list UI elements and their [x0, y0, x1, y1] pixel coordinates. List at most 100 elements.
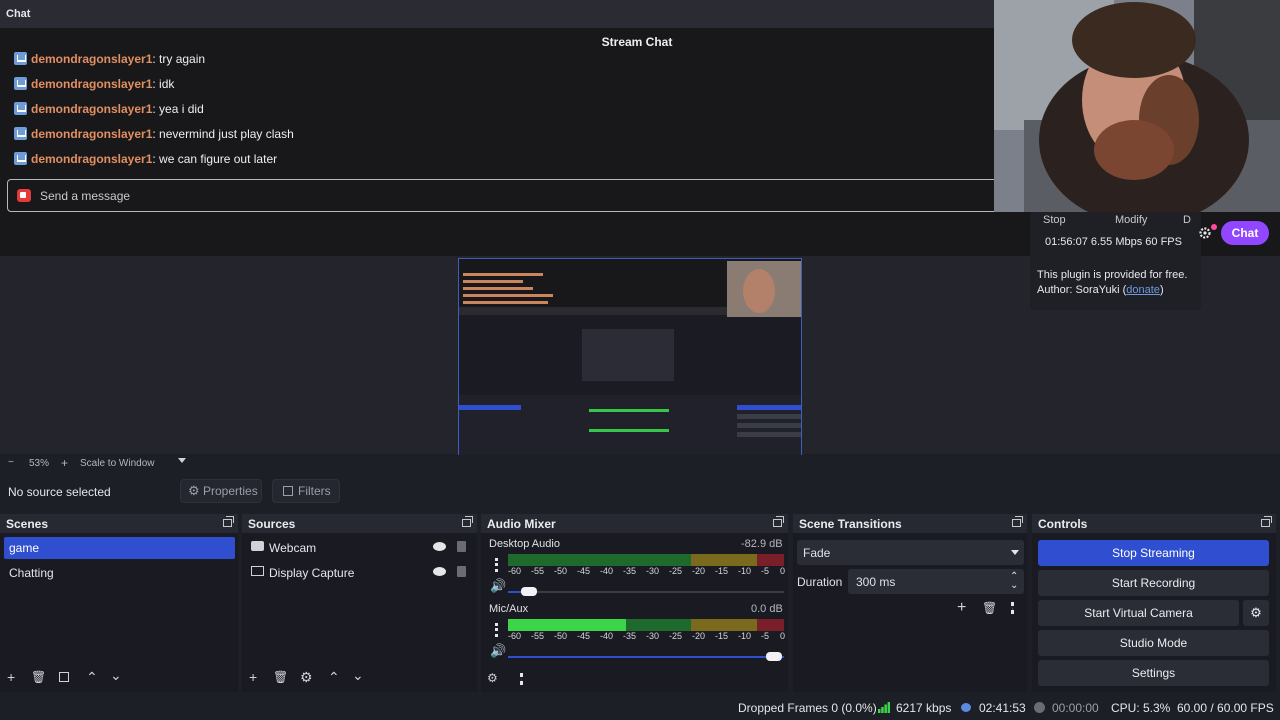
mic-volume-handle[interactable] — [766, 652, 782, 661]
chevron-down-icon[interactable]: ⌄ — [110, 667, 122, 684]
scale-tick-label: -50 — [554, 631, 568, 641]
start-virtual-camera-button[interactable]: Start Virtual Camera — [1038, 600, 1239, 626]
plugin-extra-button[interactable]: D — [1183, 214, 1191, 226]
more-icon[interactable] — [495, 558, 498, 572]
studio-mode-button[interactable]: Studio Mode — [1038, 630, 1269, 656]
zoom-level: 53% — [29, 458, 50, 469]
channel-name: Mic/Aux — [489, 603, 529, 615]
crown-icon — [14, 52, 27, 65]
trash-icon[interactable]: 🗑 — [273, 670, 288, 684]
source-item-webcam[interactable]: Webcam — [246, 537, 474, 559]
plugin-author: Author: SoraYuki (donate) — [1037, 284, 1164, 296]
audio-mixer-dock: Audio Mixer Desktop Audio -82.9 dB -60 -5… — [481, 514, 788, 692]
settings-button[interactable]: Settings — [1038, 660, 1269, 686]
transition-select[interactable]: Fade — [797, 540, 1024, 565]
donate-link[interactable]: donate — [1126, 284, 1160, 296]
desktop-volume-slider[interactable] — [508, 591, 784, 593]
chat-username[interactable]: demondragonslayer1 — [31, 152, 152, 166]
speaker-icon[interactable]: 🔊 — [490, 578, 506, 594]
chevron-down-icon[interactable] — [178, 458, 186, 463]
filter-icon[interactable] — [59, 672, 69, 682]
chat-username[interactable]: demondragonslayer1 — [31, 52, 152, 66]
record-time: 00:00:00 — [1052, 701, 1099, 715]
desktop-volume-handle[interactable] — [521, 587, 537, 596]
scale-tick-label: -45 — [577, 631, 591, 641]
chat-button[interactable]: Chat — [1221, 221, 1269, 245]
camera-icon — [251, 541, 264, 551]
virtual-camera-settings-button[interactable]: ⚙ — [1243, 600, 1269, 626]
channel-scale: -60 -55 -50 -45 -40 -35 -30 -25 -20 -15 -10 -5 0 — [508, 566, 788, 578]
plugin-author-prefix: Author: SoraYuki ( — [1037, 284, 1127, 296]
controls-header: Controls — [1032, 514, 1276, 533]
speaker-icon[interactable]: 🔊 — [490, 643, 506, 659]
mic-volume-slider[interactable] — [508, 656, 784, 658]
source-label: Webcam — [269, 541, 317, 555]
sources-title: Sources — [248, 517, 296, 531]
gear-icon[interactable]: ⚙ — [487, 671, 498, 685]
add-icon[interactable]: + — [249, 669, 257, 685]
scene-item-chatting[interactable]: Chatting — [4, 562, 235, 584]
properties-button[interactable]: ⚙ Properties — [180, 479, 262, 503]
zoom-out-button[interactable]: − — [8, 457, 14, 468]
float-icon[interactable] — [1012, 516, 1023, 527]
chat-username[interactable]: demondragonslayer1 — [31, 102, 152, 116]
add-icon[interactable]: + — [7, 669, 15, 685]
duration-input[interactable]: 300 ms ⌃ ⌄ — [848, 569, 1024, 594]
scale-tick-label: -5 — [761, 566, 770, 576]
eye-icon[interactable] — [433, 567, 446, 576]
more-icon[interactable] — [520, 673, 523, 685]
chat-message: demondragonslayer1: try again — [14, 51, 205, 67]
chat-message-text: : idk — [152, 77, 175, 91]
chevron-down-icon[interactable]: ⌄ — [1010, 580, 1018, 591]
trash-icon[interactable]: 🗑 — [982, 601, 997, 615]
chat-input-placeholder: Send a message — [40, 189, 131, 203]
gear-icon[interactable] — [1198, 226, 1212, 240]
trash-icon[interactable]: 🗑 — [31, 670, 46, 684]
scale-tick-label: -15 — [715, 566, 729, 576]
lock-icon[interactable] — [457, 566, 466, 577]
chevron-up-icon[interactable]: ⌃ — [328, 669, 340, 686]
float-icon[interactable] — [462, 516, 473, 527]
monitor-icon — [251, 566, 264, 576]
filters-button[interactable]: Filters — [272, 479, 340, 503]
stop-streaming-button[interactable]: Stop Streaming — [1038, 540, 1269, 566]
scene-transitions-dock: Scene Transitions Fade Duration 300 ms ⌃… — [793, 514, 1027, 692]
chevron-down-icon[interactable]: ⌄ — [352, 667, 364, 684]
scene-transitions-title: Scene Transitions — [799, 517, 902, 531]
scale-tick-label: -35 — [623, 631, 637, 641]
chat-username[interactable]: demondragonslayer1 — [31, 77, 152, 91]
plugin-author-suffix: ) — [1159, 284, 1164, 296]
duration-value: 300 ms — [856, 575, 896, 589]
transition-value: Fade — [803, 546, 831, 560]
scene-item-game[interactable]: game — [4, 537, 235, 559]
plugin-stop-button[interactable]: Stop — [1043, 214, 1066, 226]
plugin-modify-button[interactable]: Modify — [1115, 214, 1147, 226]
scale-tick-label: -25 — [669, 566, 683, 576]
audio-mixer-header: Audio Mixer — [481, 514, 788, 533]
gear-icon[interactable]: ⚙ — [300, 669, 313, 686]
add-icon[interactable]: + — [957, 599, 966, 617]
float-icon[interactable] — [1261, 516, 1272, 527]
program-preview[interactable] — [458, 258, 802, 456]
chat-username[interactable]: demondragonslayer1 — [31, 127, 152, 141]
scale-tick-label: -15 — [715, 631, 729, 641]
mic-meter — [508, 619, 784, 631]
scale-tick-label: -25 — [669, 631, 683, 641]
chevron-up-icon[interactable]: ⌃ — [86, 669, 98, 686]
eye-icon[interactable] — [433, 542, 446, 551]
lock-icon[interactable] — [457, 541, 466, 552]
sources-header: Sources — [242, 514, 477, 533]
float-icon[interactable] — [773, 516, 784, 527]
float-icon[interactable] — [223, 516, 234, 527]
more-icon[interactable] — [495, 623, 498, 637]
zoom-mode-select[interactable]: Scale to Window — [80, 458, 154, 469]
chevron-down-icon — [1011, 550, 1019, 555]
chat-message-text: : yea i did — [152, 102, 204, 116]
chat-message-text: : nevermind just play clash — [152, 127, 294, 141]
zoom-in-button[interactable]: + — [61, 456, 68, 470]
more-icon[interactable] — [1011, 602, 1014, 614]
chat-message: demondragonslayer1: nevermind just play … — [14, 126, 294, 142]
start-recording-button[interactable]: Start Recording — [1038, 570, 1269, 596]
video-icon — [17, 189, 31, 202]
source-item-display-capture[interactable]: Display Capture — [246, 562, 474, 584]
